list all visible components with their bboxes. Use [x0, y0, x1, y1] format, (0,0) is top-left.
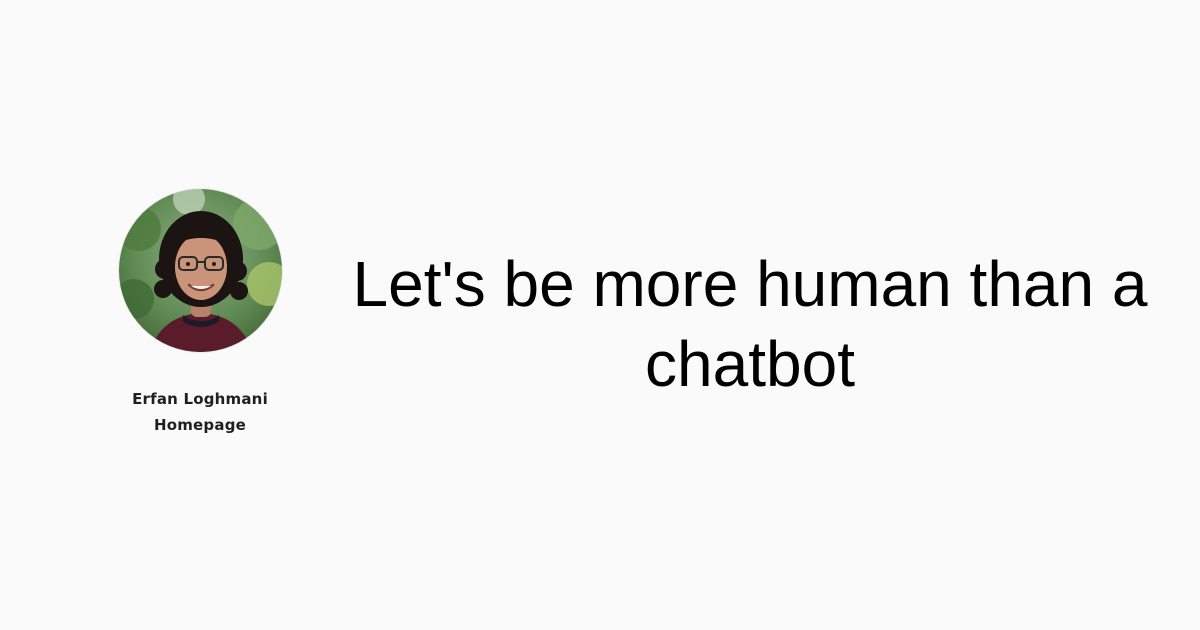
site-name[interactable]: Erfan Loghmani Homepage	[100, 386, 300, 438]
author-name: Erfan Loghmani	[132, 390, 268, 408]
og-card: Erfan Loghmani Homepage Let's be more hu…	[0, 0, 1200, 630]
profile-photo-icon	[119, 189, 282, 352]
post-title: Let's be more human than a chatbot	[352, 248, 1148, 400]
homepage-label: Homepage	[153, 416, 247, 434]
profile-avatar	[119, 189, 282, 352]
